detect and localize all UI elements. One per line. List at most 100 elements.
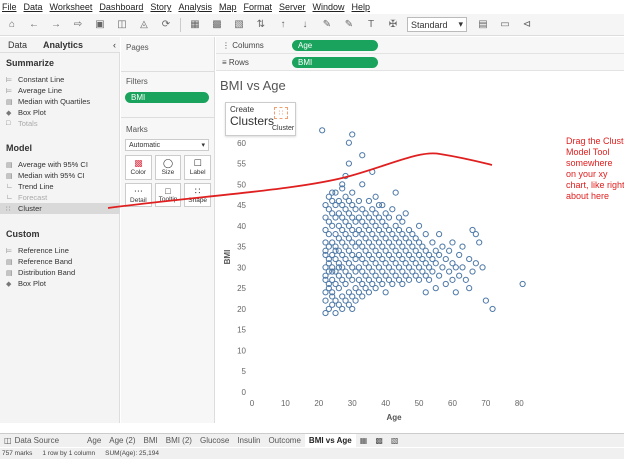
data-point[interactable]: [452, 289, 459, 296]
data-point[interactable]: [432, 285, 439, 292]
data-point[interactable]: [329, 189, 336, 196]
tab-glucose[interactable]: Glucose: [196, 434, 233, 448]
menu-analysis[interactable]: Analysis: [178, 2, 212, 12]
data-point[interactable]: [372, 285, 379, 292]
data-point[interactable]: [439, 243, 446, 250]
data-point[interactable]: [462, 276, 469, 283]
data-point[interactable]: [365, 197, 373, 205]
data-point[interactable]: [446, 268, 453, 275]
analytics-item-forecast[interactable]: ∟ Forecast: [6, 193, 47, 202]
tab-insulin[interactable]: Insulin: [233, 434, 264, 448]
tab-age-2[interactable]: Age (2): [105, 434, 139, 448]
data-point[interactable]: [476, 239, 483, 246]
data-point[interactable]: [375, 201, 383, 209]
save-icon[interactable]: ▣: [92, 17, 108, 33]
sort-desc-icon[interactable]: ↓: [297, 17, 313, 33]
analytics-item-totals[interactable]: □ Totals: [6, 119, 38, 128]
columns-pill-age[interactable]: Age: [292, 40, 378, 51]
data-point[interactable]: [482, 297, 489, 304]
data-point[interactable]: [322, 297, 329, 304]
data-point[interactable]: [519, 280, 526, 288]
data-point[interactable]: [379, 280, 386, 288]
tab-analytics[interactable]: Analytics: [35, 40, 91, 50]
analytics-item-constant-line[interactable]: ⊨ Constant Line: [6, 75, 64, 84]
menu-help[interactable]: Help: [352, 2, 371, 12]
rows-pill-bmi[interactable]: BMI: [292, 57, 378, 68]
data-point[interactable]: [359, 152, 366, 159]
columns-shelf[interactable]: ⋮ Columns Age: [216, 37, 624, 54]
mark-type-select[interactable]: Automatic ▾: [125, 139, 209, 151]
data-point[interactable]: [449, 276, 456, 283]
data-point[interactable]: [436, 251, 443, 259]
fix-axes-icon[interactable]: ✠: [385, 17, 401, 33]
data-point[interactable]: [429, 239, 436, 246]
data-point[interactable]: [325, 231, 332, 238]
rows-shelf[interactable]: ≡ Rows BMI: [216, 54, 624, 71]
new-datasource-icon[interactable]: ◫: [114, 17, 130, 33]
analytics-item-trend-line[interactable]: ∟ Trend Line: [6, 182, 54, 191]
data-point[interactable]: [335, 285, 342, 292]
analytics-item-cluster[interactable]: ∷ Cluster: [0, 203, 120, 214]
data-point[interactable]: [389, 206, 396, 213]
labels-icon[interactable]: T: [363, 17, 379, 33]
data-point[interactable]: [365, 289, 373, 296]
fit-select[interactable]: Standard ▾: [407, 17, 467, 32]
marks-label-button[interactable]: ☐ Label: [184, 155, 211, 180]
data-point[interactable]: [349, 189, 356, 196]
menu-map[interactable]: Map: [219, 2, 237, 12]
duplicate-sheet-icon[interactable]: ▩: [209, 17, 225, 33]
data-point[interactable]: [442, 280, 449, 288]
data-point[interactable]: [329, 222, 336, 229]
analytics-item-distribution-band[interactable]: ▤ Distribution Band: [6, 268, 75, 277]
analytics-item-median-ci[interactable]: ▤ Median with 95% CI: [6, 171, 85, 180]
swap-icon[interactable]: ⇅: [253, 17, 269, 33]
marks-detail-button[interactable]: ⋯ Detail: [125, 182, 152, 207]
data-point[interactable]: [442, 255, 449, 263]
menu-data[interactable]: Data: [24, 2, 43, 12]
analytics-item-box-plot[interactable]: ◆ Box Plot: [6, 108, 46, 117]
highlight-icon[interactable]: ✎: [319, 17, 335, 33]
scatter-plot[interactable]: 0 5 10 15 20 25 30 35 40 45 50 55 60 0 10 20 30 40 50 60 70 8…: [216, 72, 624, 423]
sort-asc-icon[interactable]: ↑: [275, 17, 291, 33]
data-point[interactable]: [359, 181, 366, 188]
analytics-item-average-ci[interactable]: ▤ Average with 95% CI: [6, 160, 88, 169]
new-worksheet-tab-icon[interactable]: ▦: [356, 434, 372, 448]
tab-outcome[interactable]: Outcome: [264, 434, 304, 448]
data-point[interactable]: [422, 231, 429, 238]
back-icon[interactable]: ←: [26, 17, 42, 33]
data-point[interactable]: [456, 251, 463, 259]
data-point[interactable]: [429, 268, 436, 275]
analytics-item-reference-band[interactable]: ▤ Reference Band: [6, 257, 72, 266]
collapse-pane-icon[interactable]: ‹: [105, 40, 120, 50]
data-point[interactable]: [446, 247, 453, 254]
tab-data[interactable]: Data: [0, 40, 35, 50]
show-cards-icon[interactable]: ▤: [475, 17, 491, 33]
filter-pill-bmi[interactable]: BMI: [125, 92, 209, 103]
data-point[interactable]: [459, 243, 466, 250]
data-point[interactable]: [369, 168, 376, 175]
data-point[interactable]: [472, 231, 479, 238]
new-worksheet-icon[interactable]: ▦: [187, 17, 203, 33]
clear-sheet-icon[interactable]: ▧: [231, 17, 247, 33]
menu-file[interactable]: File: [2, 2, 17, 12]
pause-updates-icon[interactable]: ◬: [136, 17, 152, 33]
home-icon[interactable]: ⌂: [4, 17, 20, 33]
tab-bmi[interactable]: BMI: [140, 434, 162, 448]
data-point[interactable]: [466, 285, 473, 292]
data-point[interactable]: [425, 276, 433, 283]
data-point[interactable]: [452, 264, 459, 271]
analytics-item-average-line[interactable]: ⊨ Average Line: [6, 86, 62, 95]
analytics-item-median-quartiles[interactable]: ▤ Median with Quartiles: [6, 97, 90, 106]
data-point[interactable]: [319, 127, 326, 134]
data-point[interactable]: [469, 268, 476, 275]
data-point[interactable]: [349, 131, 356, 138]
data-point[interactable]: [385, 214, 393, 221]
data-point[interactable]: [479, 264, 486, 271]
menu-story[interactable]: Story: [150, 2, 171, 12]
data-point[interactable]: [432, 260, 439, 267]
data-point[interactable]: [382, 289, 389, 296]
tab-bmi-vs-age[interactable]: BMI vs Age: [304, 433, 356, 448]
data-point[interactable]: [405, 276, 413, 283]
data-point[interactable]: [339, 305, 346, 313]
new-dashboard-tab-icon[interactable]: ▩: [371, 434, 387, 448]
